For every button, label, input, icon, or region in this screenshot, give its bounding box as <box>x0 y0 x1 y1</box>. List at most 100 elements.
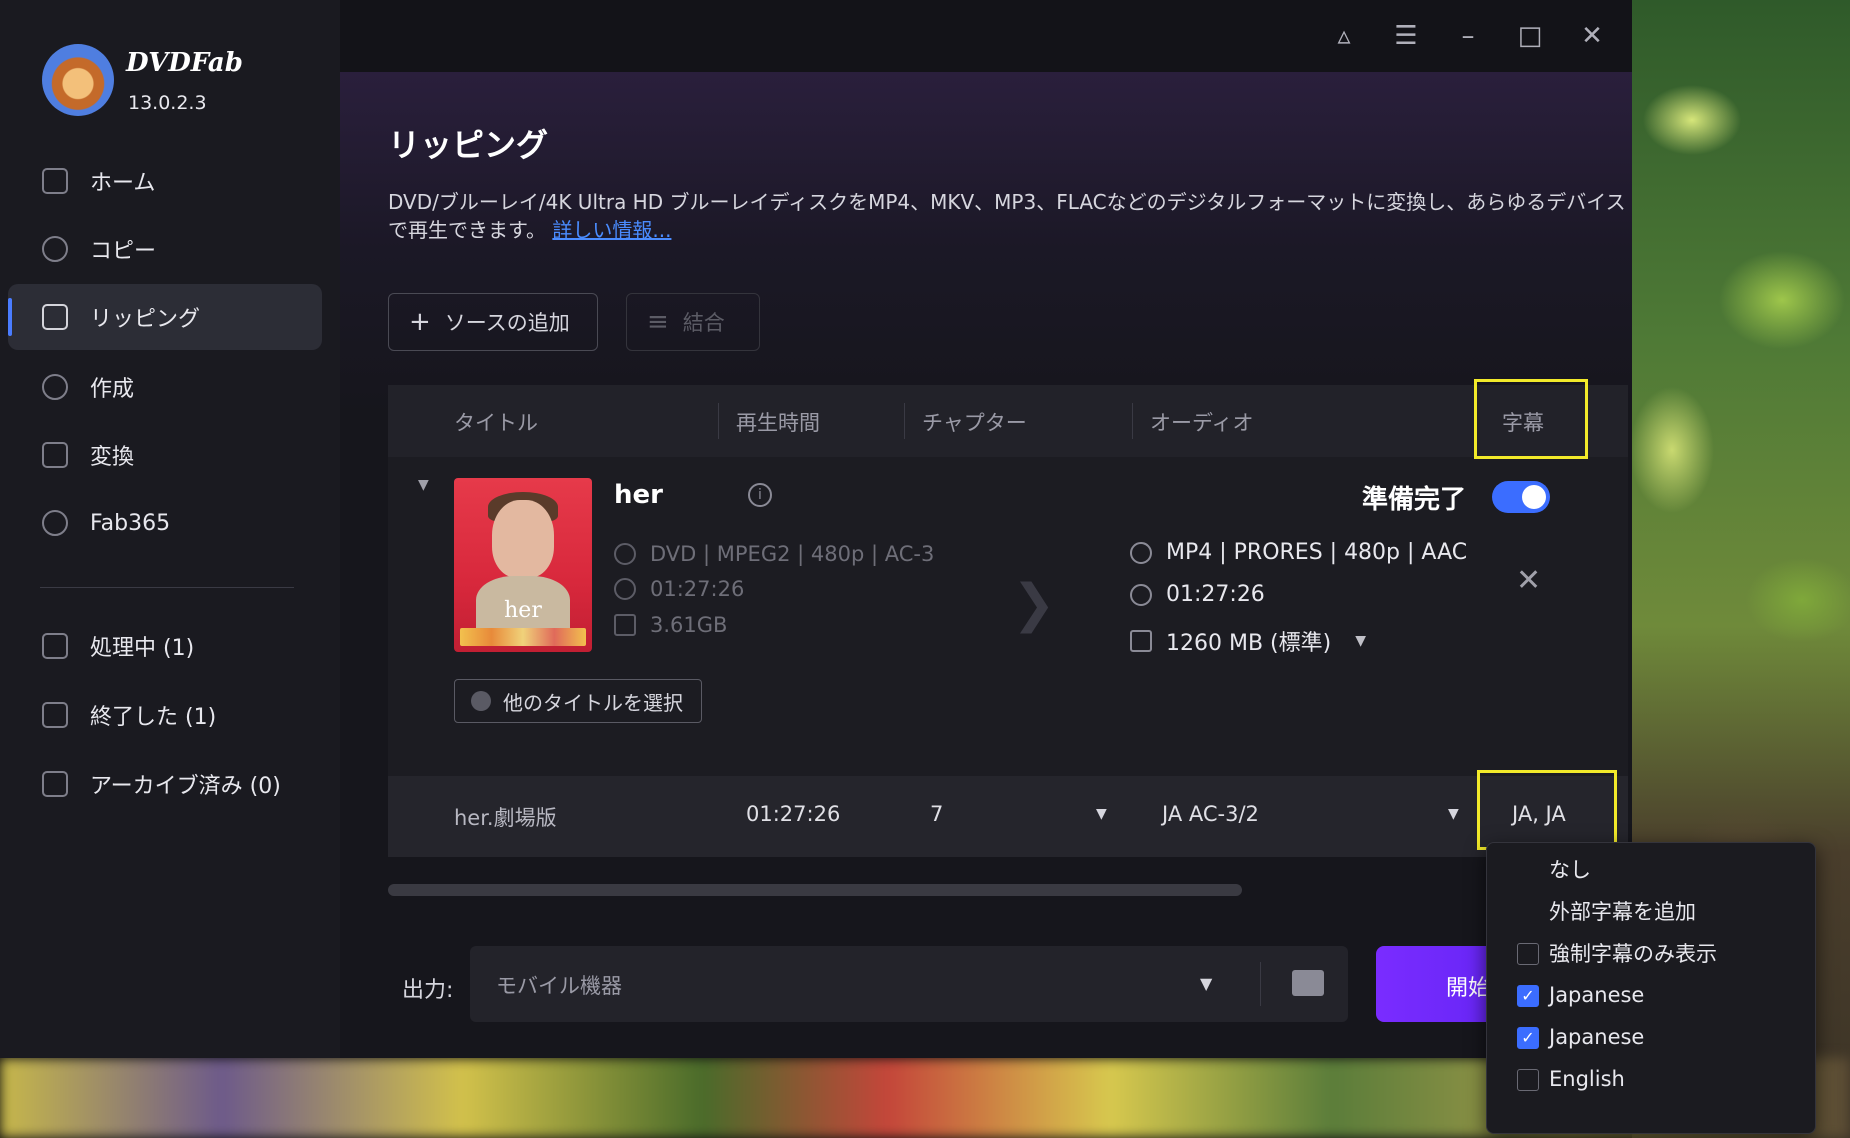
checkbox-checked-icon[interactable]: ✓ <box>1517 985 1539 1007</box>
select-other-label: 他のタイトルを選択 <box>503 690 683 715</box>
folder-icon[interactable] <box>1292 970 1324 996</box>
add-source-button[interactable]: + ソースの追加 <box>388 293 598 351</box>
sidebar-divider <box>40 587 294 588</box>
header-duration: 再生時間 <box>736 411 820 435</box>
page-description: DVD/ブルーレイ/4K Ultra HD ブルーレイディスクをMP4、MKV、… <box>388 188 1628 244</box>
clipboard-check-icon <box>42 702 68 728</box>
hd-icon <box>1130 541 1152 564</box>
chevron-down-icon: ▼ <box>1200 974 1213 993</box>
title-table: タイトル 再生時間 チャプター オーディオ 字幕 ▼ her her i DVD… <box>388 379 1628 857</box>
output-device-value: モバイル機器 <box>496 974 622 998</box>
close-window-icon[interactable]: ✕ <box>1578 22 1606 50</box>
header-separator <box>718 403 719 439</box>
dvdfab-logo-icon <box>42 44 114 116</box>
subtitle-option-japanese-1[interactable]: ✓ Japanese <box>1487 973 1817 1017</box>
creator-disc-icon <box>42 374 68 400</box>
horizontal-scrollbar[interactable] <box>388 884 1242 896</box>
maximize-icon[interactable]: □ <box>1516 22 1544 50</box>
sidebar-item-home[interactable]: ホーム <box>8 148 322 214</box>
app-window: DVDFab 13.0.2.3 ホーム コピー リッピング 作成 変換 Fab3… <box>0 0 1816 1134</box>
chevron-down-icon[interactable]: ▼ <box>1448 806 1459 822</box>
output-format[interactable]: MP4 | PRORES | 480p | AAC <box>1130 540 1467 565</box>
poster-strip <box>460 628 586 646</box>
task-list-icon <box>42 633 68 659</box>
subtitle-option-english[interactable]: English <box>1487 1057 1817 1101</box>
table-header: タイトル 再生時間 チャプター オーディオ 字幕 <box>388 379 1628 459</box>
subtitle-cell-highlight <box>1477 770 1617 850</box>
sidebar-item-label: 処理中 (1) <box>90 636 195 661</box>
merge-button[interactable]: ≡ 結合 <box>626 293 760 351</box>
sidebar-item-label: ホーム <box>90 171 156 196</box>
subtitle-option-add-external[interactable]: 外部字幕を追加 <box>1487 889 1817 933</box>
sidebar-item-archived[interactable]: アーカイブ済み (0) <box>8 751 322 817</box>
plus-icon: + <box>409 307 431 337</box>
checkbox-checked-icon[interactable]: ✓ <box>1517 1027 1539 1049</box>
ripper-icon <box>42 304 68 330</box>
poster-title: her <box>504 598 542 623</box>
source-size: 3.61GB <box>614 613 727 637</box>
row-chapters[interactable]: 7 <box>930 802 943 826</box>
output-size-text: 1260 MB (標準) <box>1166 631 1332 656</box>
checkbox-icon[interactable] <box>1517 1069 1539 1091</box>
sidebar-item-ripping[interactable]: リッピング <box>8 284 322 350</box>
merge-icon: ≡ <box>647 307 669 337</box>
subtitle-option-forced-only[interactable]: 強制字幕のみ表示 <box>1487 931 1817 975</box>
sidebar-item-label: アーカイブ済み (0) <box>90 774 281 799</box>
sidebar-item-copy[interactable]: コピー <box>8 216 322 282</box>
sidebar-item-label: 変換 <box>90 445 135 470</box>
menu-icon[interactable]: ☰ <box>1392 22 1420 50</box>
sidebar-item-convert[interactable]: 変換 <box>8 422 322 488</box>
disc-icon <box>614 543 636 565</box>
merge-label: 結合 <box>682 311 725 335</box>
sidebar-item-finished[interactable]: 終了した (1) <box>8 682 322 748</box>
subtitle-header-highlight <box>1474 379 1588 459</box>
archive-icon <box>42 771 68 797</box>
source-format: DVD | MPEG2 | 480p | AC-3 <box>614 542 934 566</box>
more-info-link[interactable]: 詳しい情報... <box>552 218 671 242</box>
chevron-down-icon[interactable]: ▼ <box>1096 806 1107 822</box>
option-label: 強制字幕のみ表示 <box>1549 942 1717 966</box>
main-content: リッピング DVD/ブルーレイ/4K Ultra HD ブルーレイディスクをMP… <box>340 72 1632 1058</box>
sidebar-item-fab365[interactable]: Fab365 <box>8 490 322 556</box>
table-row[interactable]: her.劇場版 01:27:26 7 ▼ JA AC-3/2 ▼ JA, JA <box>388 770 1628 857</box>
output-device-select[interactable]: モバイル機器 ▼ <box>470 946 1348 1022</box>
minimize-icon[interactable]: – <box>1454 22 1482 50</box>
home-icon <box>42 168 68 194</box>
header-audio: オーディオ <box>1150 411 1254 435</box>
info-icon[interactable]: i <box>748 483 772 507</box>
shirt-skin-icon[interactable]: ▵ <box>1330 22 1358 50</box>
title-bar: ▵ ☰ – □ ✕ <box>340 0 1632 72</box>
clock-icon <box>614 578 636 600</box>
film-icon <box>42 442 68 468</box>
poster-face <box>492 500 554 578</box>
copy-disc-icon <box>42 236 68 262</box>
subtitle-option-japanese-2[interactable]: ✓ Japanese <box>1487 1015 1817 1059</box>
sidebar-item-label: Fab365 <box>90 510 171 536</box>
option-label: なし <box>1549 858 1591 882</box>
checkbox-icon[interactable] <box>1517 943 1539 965</box>
subtitle-option-none[interactable]: なし <box>1487 847 1817 891</box>
option-label: Japanese <box>1549 1025 1645 1049</box>
sidebar-item-create[interactable]: 作成 <box>8 354 322 420</box>
page-title: リッピング <box>388 126 549 164</box>
output-separator <box>1260 962 1261 1006</box>
header-separator <box>904 403 905 439</box>
option-label: 外部字幕を追加 <box>1549 900 1696 924</box>
file-icon <box>1130 630 1152 652</box>
sidebar-item-processing[interactable]: 処理中 (1) <box>8 613 322 679</box>
collapse-caret-icon[interactable]: ▼ <box>418 477 429 493</box>
ready-toggle[interactable] <box>1492 481 1550 513</box>
header-title: タイトル <box>454 411 538 435</box>
header-separator <box>1132 403 1133 439</box>
output-size-select[interactable]: 1260 MB (標準) ▼ <box>1130 625 1366 657</box>
file-icon <box>614 614 636 636</box>
select-other-title-button[interactable]: 他のタイトルを選択 <box>454 679 702 723</box>
sidebar-item-label: コピー <box>90 239 157 264</box>
output-duration-text: 01:27:26 <box>1166 582 1265 607</box>
output-label: 出力: <box>402 978 454 1003</box>
remove-title-icon[interactable]: ✕ <box>1516 563 1541 598</box>
row-audio[interactable]: JA AC-3/2 <box>1162 802 1259 826</box>
add-source-label: ソースの追加 <box>444 311 570 335</box>
row-title: her.劇場版 <box>454 806 557 830</box>
chevron-down-icon: ▼ <box>1355 633 1366 649</box>
